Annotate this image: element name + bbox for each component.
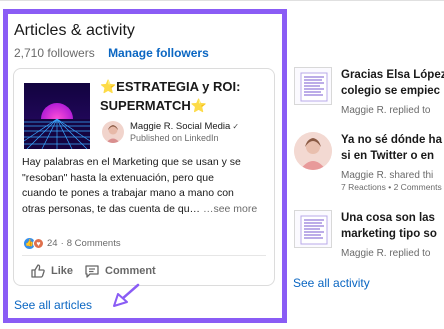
activity-thumbnail: [294, 67, 332, 105]
activity-title-line: marketing tipo so: [341, 228, 437, 240]
articles-activity-section: Articles & activity 2,710 followers Mana…: [3, 9, 287, 323]
activity-title-line: Una cosa son las: [341, 212, 435, 224]
activity-item[interactable]: Ya no sé dónde ha si en Twitter o en Mag…: [294, 132, 444, 192]
comment-count[interactable]: 8 Comments: [67, 238, 121, 249]
reaction-count: 24: [47, 238, 58, 249]
author-name: Maggie R. Social Media ✓: [130, 121, 239, 132]
published-label: Published on LinkedIn: [130, 133, 219, 143]
love-reaction-icon: ♥: [33, 238, 44, 249]
activity-title-line: colegio se empiec: [341, 85, 441, 97]
like-icon: [31, 264, 45, 278]
followers-count: 2,710 followers: [14, 46, 95, 60]
excerpt-line: Hay palabras en el Marketing que se usan…: [22, 156, 241, 168]
article-title[interactable]: ⭐ESTRATEGIA y ROI: SUPERMATCH⭐: [100, 77, 270, 115]
activity-item[interactable]: Gracias Elsa López colegio se empiec Mag…: [294, 67, 444, 127]
reaction-separator: ·: [60, 238, 64, 249]
verified-icon: ✓: [232, 122, 240, 131]
followers-row: 2,710 followers Manage followers: [14, 46, 209, 60]
arrow-pointer-icon: [113, 283, 140, 307]
see-all-activity-link[interactable]: See all activity: [293, 276, 370, 290]
excerpt-line-last: otras personas, te das cuenta de qu… …se…: [22, 202, 278, 218]
activity-thumbnail: [294, 210, 332, 248]
manage-followers-link[interactable]: Manage followers: [108, 46, 209, 60]
activity-title[interactable]: Gracias Elsa López colegio se empiec: [341, 67, 444, 99]
activity-thumbnail: [294, 132, 332, 170]
comment-icon: [85, 265, 99, 278]
top-divider: [0, 0, 444, 1]
comment-label: Comment: [105, 265, 156, 277]
activity-item[interactable]: Una cosa son las marketing tipo so Maggi…: [294, 210, 444, 270]
activity-title-line: Gracias Elsa López: [341, 69, 444, 81]
excerpt-line-text: otras personas, te das cuenta de qu…: [22, 202, 201, 215]
excerpt-line: "resoban" hasta la extenuación, pero que: [22, 171, 214, 184]
card-divider: [22, 255, 266, 256]
like-button[interactable]: Like: [30, 263, 73, 279]
comment-button[interactable]: Comment: [84, 263, 156, 279]
article-thumbnail[interactable]: [24, 83, 90, 149]
activity-reactions[interactable]: 7 Reactions • 2 Comments: [341, 182, 442, 192]
activity-meta: Maggie R. shared thi: [341, 170, 434, 181]
reactions-row[interactable]: 👍 ♥ 24 · 8 Comments: [24, 238, 121, 249]
author-avatar: [102, 121, 124, 143]
activity-meta: Maggie R. replied to: [341, 248, 431, 259]
activity-title[interactable]: Una cosa son las marketing tipo so: [341, 210, 444, 242]
see-all-articles-link[interactable]: See all articles: [14, 298, 92, 312]
section-title: Articles & activity: [14, 22, 135, 39]
activity-title-line: Ya no sé dónde ha: [341, 134, 442, 146]
article-card[interactable]: ⭐ESTRATEGIA y ROI: SUPERMATCH⭐ Maggie R.…: [13, 68, 275, 286]
activity-meta: Maggie R. replied to: [341, 105, 431, 116]
article-excerpt: Hay palabras en el Marketing que se usan…: [22, 155, 278, 217]
see-more-link[interactable]: …see more: [203, 203, 257, 215]
author-name-text: Maggie R. Social Media: [130, 121, 231, 132]
activity-title[interactable]: Ya no sé dónde ha si en Twitter o en: [341, 132, 444, 164]
excerpt-line: cuando te pones a trabajar mano a mano c…: [22, 187, 234, 199]
like-label: Like: [51, 265, 74, 277]
activity-title-line: si en Twitter o en: [341, 150, 435, 162]
